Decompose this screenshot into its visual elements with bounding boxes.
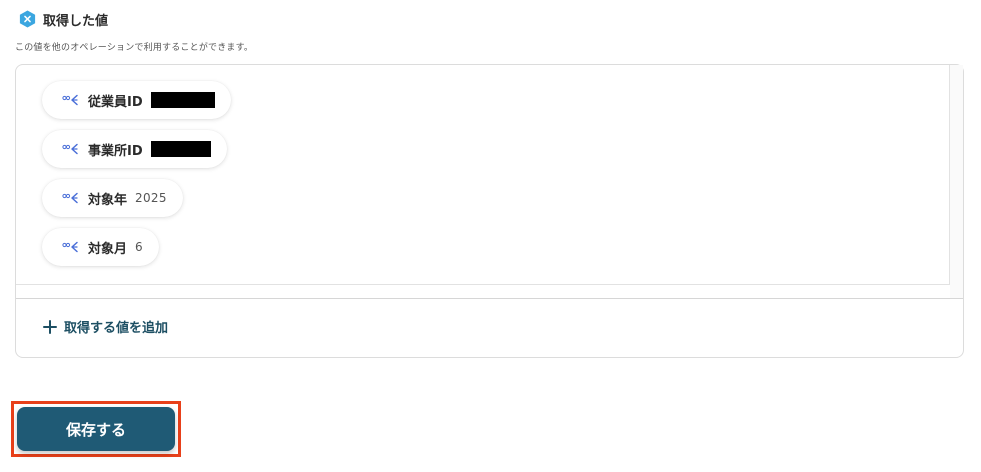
- save-button-highlight: 保存する: [11, 401, 181, 457]
- value-chip-office-id[interactable]: 事業所ID: [42, 130, 227, 168]
- values-card: 従業員ID 事業所ID 対象年 2025 対象月 6 取得する値を追加: [15, 64, 964, 358]
- section-header: 取得した値: [18, 9, 108, 29]
- value-chip-target-year[interactable]: 対象年 2025: [42, 179, 183, 217]
- chip-label: 対象年: [88, 192, 128, 208]
- retrieved-values-page: 取得した値 この値を他のオペレーションで利用することができます。 従業員ID 事…: [0, 0, 981, 472]
- data-key-icon: [62, 143, 78, 155]
- section-description: この値を他のオペレーションで利用することができます。: [15, 43, 254, 53]
- chip-label: 対象月: [88, 241, 128, 257]
- chip-value: 2025: [135, 191, 167, 205]
- plus-icon: [43, 319, 57, 334]
- value-chip-employee-id[interactable]: 従業員ID: [42, 81, 231, 119]
- value-chip-target-month[interactable]: 対象月 6: [42, 228, 159, 266]
- data-key-icon: [62, 241, 78, 253]
- redacted-value: [150, 141, 211, 157]
- section-title: 取得した値: [43, 13, 109, 29]
- scrollbar[interactable]: [950, 65, 963, 298]
- save-button[interactable]: 保存する: [17, 407, 175, 451]
- data-key-icon: [62, 94, 78, 106]
- data-key-icon: [62, 192, 78, 204]
- add-value-label: 取得する値を追加: [64, 321, 169, 336]
- chip-label: 事業所ID: [88, 143, 143, 159]
- add-value-button[interactable]: 取得する値を追加: [43, 317, 168, 336]
- chip-value: 6: [135, 240, 143, 254]
- chip-label: 従業員ID: [88, 94, 143, 110]
- hexagon-x-icon: [19, 10, 36, 28]
- divider: [16, 298, 963, 299]
- redacted-value: [150, 92, 215, 108]
